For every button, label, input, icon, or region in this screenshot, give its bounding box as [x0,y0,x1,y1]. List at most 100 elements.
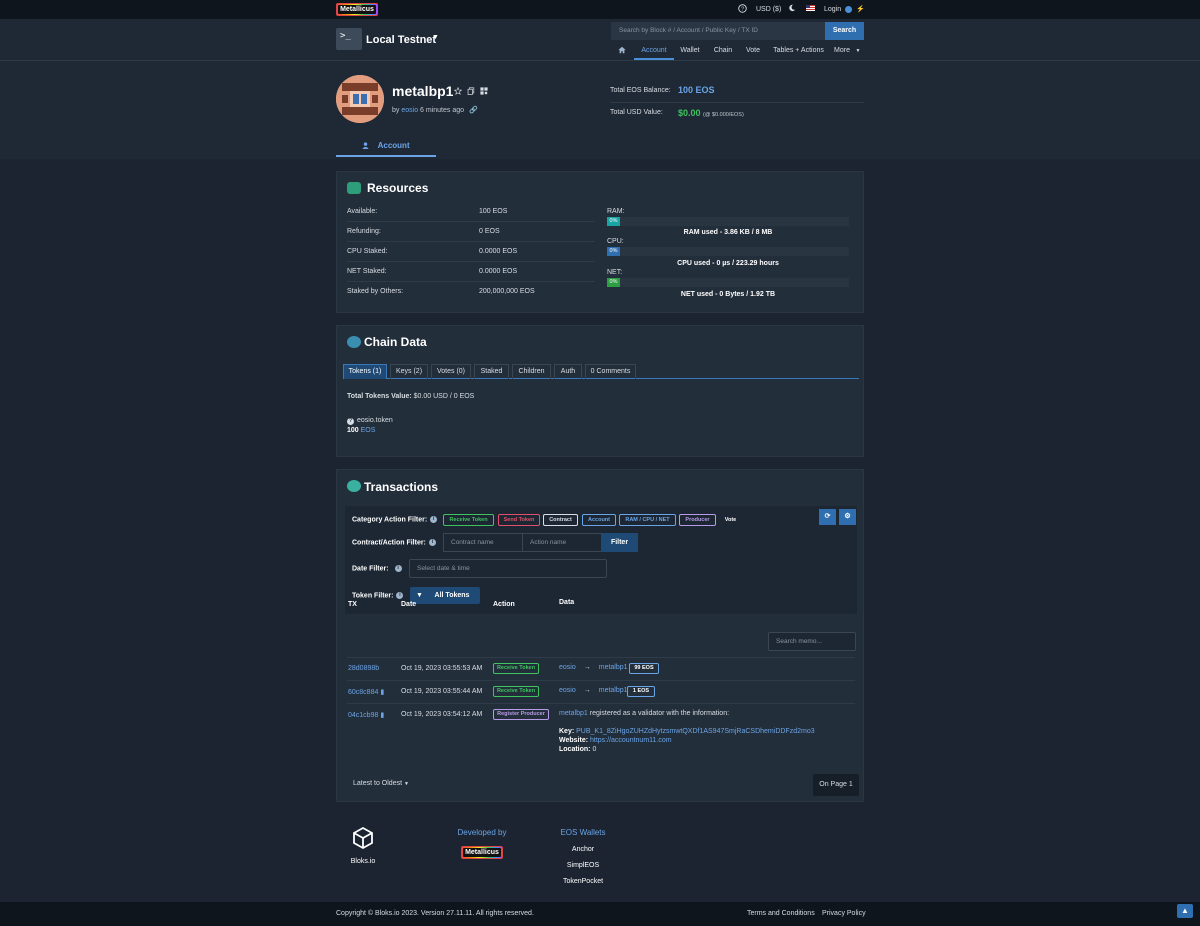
star-icon[interactable] [453,86,463,97]
pagination[interactable]: On Page 1 [813,774,859,796]
resource-row: CPU Staked: 0.0000 EOS [347,242,595,262]
tx-date: Oct 19, 2023 03:55:53 AM [401,665,483,672]
chip-send-token[interactable]: Send Token [498,514,540,526]
created-by: by eosio 6 minutes ago 🔗 [392,107,478,114]
tab-account[interactable]: Account [336,141,436,157]
token-filter-label: Token Filter: i [352,592,404,599]
from-link[interactable]: eosio [559,664,576,671]
login-icon [845,5,853,13]
bloks-logo-icon [353,826,373,850]
svg-text:?: ? [741,7,744,13]
tab-tokens[interactable]: Tokens (1) [343,364,387,379]
metallicus-footer-logo[interactable]: Metallicus [461,846,503,859]
qr-code-icon[interactable] [480,87,488,97]
tab-keys[interactable]: Keys (2) [390,364,428,379]
currency-selector[interactable]: USD ($) [756,4,781,15]
arrow-right-icon: → [583,687,591,694]
more-chevron-icon[interactable]: ▼ [853,44,863,60]
metallicus-logo[interactable]: Metallicus [336,3,378,16]
info-icon: i [428,539,436,546]
ram-label: RAM: [607,208,625,215]
chip-account[interactable]: Account [582,514,616,526]
cpu-meter: 0% [607,247,849,256]
wallet-tokenpocket[interactable]: TokenPocket [553,878,613,885]
chevron-down-icon[interactable]: ▼ [432,34,439,41]
arrow-right-icon: → [583,664,591,671]
tx-link[interactable]: 28d0898b [348,665,379,672]
filter-button[interactable]: Filter [601,533,638,552]
amount-badge: 99 EOS [629,663,659,674]
website-link[interactable]: https://accountnum11.com [590,737,672,744]
creator-link[interactable]: eosio [401,107,418,114]
home-icon[interactable] [612,44,632,60]
search-input[interactable]: Search by Block # / Account / Public Key… [611,22,825,40]
gear-icon[interactable]: ⚙ [839,509,856,525]
doc-icon[interactable]: ▮ [380,689,384,696]
terms-link[interactable]: Terms and Conditions [747,910,815,917]
login-button[interactable]: Login ⚡ [824,4,865,15]
date-filter-label: Date Filter: i [352,565,402,572]
nav-wallet[interactable]: Wallet [676,44,704,60]
wallet-simpleos[interactable]: SimplEOS [553,862,613,869]
link-icon[interactable]: 🔗 [469,107,478,114]
nav-more[interactable]: More [832,44,852,60]
resource-row: Available: 100 EOS [347,202,595,222]
tx-link[interactable]: 60c8c884 [348,689,378,696]
tab-staked[interactable]: Staked [474,364,509,379]
nav-tables-actions[interactable]: Tables + Actions [772,44,825,60]
tab-comments[interactable]: 0 Comments [585,364,636,379]
refresh-icon[interactable]: ⟳ [819,509,836,525]
chain-data-tabs: Tokens (1) Keys (2) Votes (0) Staked Chi… [343,364,859,379]
date-input[interactable]: Select date & time [409,559,607,578]
token-contract: ? eosio.token [347,417,393,425]
network-selector[interactable]: Local Testnet [366,34,436,46]
copy-icon[interactable] [467,87,475,97]
us-flag-icon[interactable] [806,4,815,15]
token-symbol-link[interactable]: EOS [361,427,376,434]
to-link[interactable]: metalbp1 [599,664,628,671]
resource-row: Refunding: 0 EOS [347,222,595,242]
chip-ram-cpu-net[interactable]: RAM / CPU / NET [619,514,676,526]
account-name: metalbp1 [392,83,454,99]
row-divider [347,703,855,704]
help-icon[interactable]: ? [738,4,747,15]
resource-row: NET Staked: 0.0000 EOS [347,262,595,282]
dark-mode-icon[interactable] [788,4,796,15]
tab-auth[interactable]: Auth [554,364,582,379]
search-button[interactable]: Search [825,22,864,40]
tab-votes[interactable]: Votes (0) [431,364,471,379]
total-eos-label: Total EOS Balance: [610,87,671,94]
info-icon: i [396,592,404,599]
key-link[interactable]: PUB_K1_8ZiHgoZUHZdHytzsmwtQXDf1AS947SmjR… [576,728,814,735]
top-bar: Metallicus ? USD ($) Login ⚡ [0,0,1200,19]
total-tokens: Total Tokens Value: $0.00 USD / 0 EOS [347,393,475,400]
user-icon [362,141,371,150]
all-tokens-button[interactable]: ▼ All Tokens [410,587,480,604]
transactions-card: Transactions Category Action Filter: i Re… [336,469,864,802]
tab-children[interactable]: Children [512,364,551,379]
account-link[interactable]: metalbp1 [559,710,588,717]
wallet-anchor[interactable]: Anchor [553,846,613,853]
privacy-link[interactable]: Privacy Policy [822,910,866,917]
contract-name-input[interactable]: Contract name [443,533,523,552]
chip-vote[interactable]: Vote [719,514,742,526]
action-name-input[interactable]: Action name [522,533,602,552]
footer-brand[interactable]: Bloks.io [340,826,386,865]
scroll-top-icon[interactable]: ▲ [1177,904,1193,918]
chip-receive-token[interactable]: Receive Token [443,514,494,526]
ram-usage: RAM used - 3.86 KB / 8 MB [683,229,773,236]
nav-account[interactable]: Account [634,44,674,60]
terminal-icon: >_ [336,28,362,50]
header: >_ Local Testnet ▼ Search by Block # / A… [0,19,1200,61]
nav-chain[interactable]: Chain [710,44,736,60]
sort-selector[interactable]: Latest to Oldest ▼ [353,780,409,787]
doc-icon[interactable]: ▮ [380,712,384,719]
chip-producer[interactable]: Producer [679,514,716,526]
chip-contract[interactable]: Contract [543,514,578,526]
to-link[interactable]: metalbp1 [599,687,628,694]
search-memo-input[interactable]: Search memo... [768,632,856,651]
from-link[interactable]: eosio [559,687,576,694]
footer-developed: Developed by Metallicus [452,828,512,859]
nav-vote[interactable]: Vote [741,44,765,60]
tx-link[interactable]: 04c1cb98 [348,712,378,719]
